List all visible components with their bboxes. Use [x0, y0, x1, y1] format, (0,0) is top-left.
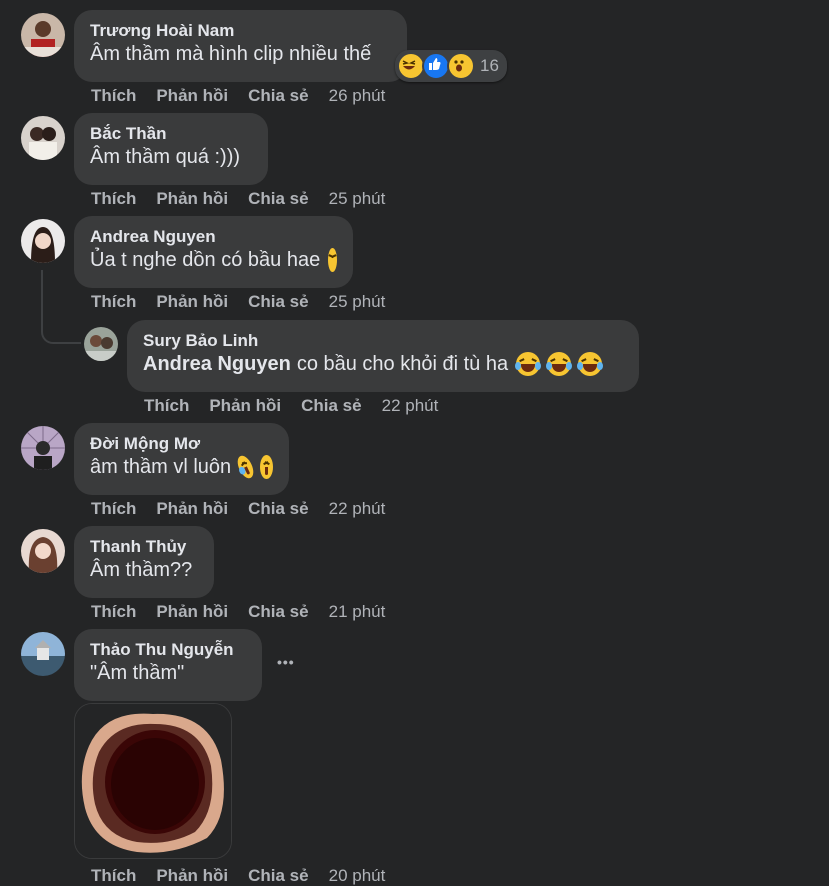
comment-author[interactable]: Bắc Thần — [90, 123, 252, 144]
comment-bubble: Đời Mộng Mơ âm thầm vl luôn — [74, 423, 289, 495]
comment-actions: Thích Phản hồi Chia sẻ 22 phút — [144, 396, 438, 416]
reply-link[interactable]: Phản hồi — [156, 499, 228, 518]
laugh-cry-emoji-icon — [546, 352, 573, 376]
comment-author[interactable]: Andrea Nguyen — [90, 226, 337, 247]
comment-text: âm thầm vl luôn — [90, 453, 273, 481]
like-link[interactable]: Thích — [91, 499, 136, 518]
comment-text-content: âm thầm vl luôn — [90, 456, 232, 478]
reply-thread-line — [41, 270, 81, 344]
comment-text: Ủa t nghe dồn có bầu hae — [90, 247, 339, 273]
share-link[interactable]: Chia sẻ — [248, 189, 308, 208]
comment-bubble: Bắc Thần Âm thầm quá :))) — [74, 113, 268, 185]
timestamp[interactable]: 22 phút — [329, 499, 386, 518]
haha-reaction-icon — [397, 52, 425, 80]
timestamp[interactable]: 25 phút — [329, 189, 386, 208]
avatar[interactable] — [21, 219, 65, 263]
share-link[interactable]: Chia sẻ — [248, 292, 308, 311]
avatar[interactable] — [21, 426, 65, 470]
like-link[interactable]: Thích — [91, 86, 136, 105]
comment-bubble: Thảo Thu Nguyễn "Âm thầm" — [74, 629, 262, 701]
rolling-laugh-emoji-icon — [234, 453, 257, 481]
mention-link[interactable]: Andrea Nguyen — [143, 351, 291, 377]
laughing-emoji-icon — [260, 455, 273, 479]
reply-bubble: Sury Bảo Linh Andrea Nguyen co bầu cho k… — [127, 320, 639, 392]
reaction-summary[interactable]: 16 — [395, 50, 507, 82]
comment-author[interactable]: Trương Hoài Nam — [90, 20, 391, 41]
share-link[interactable]: Chia sẻ — [248, 499, 308, 518]
comment-author[interactable]: Đời Mộng Mơ — [90, 433, 273, 454]
reply-link[interactable]: Phản hồi — [209, 396, 281, 415]
comment-actions: Thích Phản hồi Chia sẻ 25 phút — [91, 292, 385, 312]
reply-link[interactable]: Phản hồi — [156, 866, 228, 885]
timestamp[interactable]: 26 phút — [329, 86, 386, 105]
avatar[interactable] — [21, 116, 65, 160]
comment-actions: Thích Phản hồi Chia sẻ 25 phút — [91, 189, 385, 209]
laughing-emoji-icon — [327, 248, 339, 272]
like-link[interactable]: Thích — [144, 396, 189, 415]
laugh-cry-emoji-icon — [577, 352, 604, 376]
avatar[interactable] — [21, 13, 65, 57]
laugh-cry-emoji-icon — [515, 352, 542, 376]
reply-link[interactable]: Phản hồi — [156, 292, 228, 311]
avatar[interactable] — [84, 327, 118, 361]
comment-text: Âm thầm?? — [90, 559, 193, 581]
timestamp[interactable]: 25 phút — [329, 292, 386, 311]
timestamp[interactable]: 22 phút — [382, 396, 439, 415]
comment-actions: Thích Phản hồi Chia sẻ 20 phút — [91, 866, 385, 886]
more-options-icon[interactable]: ••• — [277, 654, 295, 670]
share-link[interactable]: Chia sẻ — [301, 396, 361, 415]
share-link[interactable]: Chia sẻ — [248, 86, 308, 105]
share-link[interactable]: Chia sẻ — [248, 866, 308, 885]
comment-text-content: Ủa t nghe dồn có bầu hae — [90, 249, 321, 271]
comment-text: Âm thầm mà hình clip nhiều thế — [90, 41, 391, 67]
like-reaction-icon — [422, 52, 450, 80]
reaction-count: 16 — [480, 56, 499, 75]
comment-actions: Thích Phản hồi Chia sẻ 22 phút — [91, 499, 385, 519]
comment-text: "Âm thầm" — [90, 662, 185, 684]
comment-sticker-image[interactable] — [74, 703, 232, 859]
comment-author[interactable]: Thảo Thu Nguyễn — [90, 639, 246, 660]
like-link[interactable]: Thích — [91, 602, 136, 621]
comment-text: Âm thầm quá :))) — [90, 146, 241, 168]
comment-text-content: co bầu cho khỏi đi tù ha — [296, 353, 509, 375]
comment-text-content: Âm thầm mà hình clip nhiều thế — [90, 43, 372, 65]
avatar[interactable] — [21, 529, 65, 573]
comment-author[interactable]: Thanh Thủy — [90, 536, 198, 557]
share-link[interactable]: Chia sẻ — [248, 602, 308, 621]
reply-link[interactable]: Phản hồi — [156, 189, 228, 208]
like-link[interactable]: Thích — [91, 189, 136, 208]
comment-text: Andrea Nguyen co bầu cho khỏi đi tù ha — [143, 351, 623, 377]
comment-actions: Thích Phản hồi Chia sẻ 21 phút — [91, 602, 385, 622]
comment-author[interactable]: Sury Bảo Linh — [143, 330, 623, 351]
comment-bubble: Andrea Nguyen Ủa t nghe dồn có bầu hae — [74, 216, 353, 288]
avatar[interactable] — [21, 632, 65, 676]
like-link[interactable]: Thích — [91, 866, 136, 885]
comment-actions: Thích Phản hồi Chia sẻ 26 phút — [91, 86, 385, 106]
timestamp[interactable]: 21 phút — [329, 602, 386, 621]
like-link[interactable]: Thích — [91, 292, 136, 311]
reply-link[interactable]: Phản hồi — [156, 602, 228, 621]
wow-reaction-icon — [447, 52, 475, 80]
reply-link[interactable]: Phản hồi — [156, 86, 228, 105]
comment-bubble: Trương Hoài Nam Âm thầm mà hình clip nhi… — [74, 10, 407, 82]
timestamp[interactable]: 20 phút — [329, 866, 386, 885]
comment-bubble: Thanh Thủy Âm thầm?? — [74, 526, 214, 598]
